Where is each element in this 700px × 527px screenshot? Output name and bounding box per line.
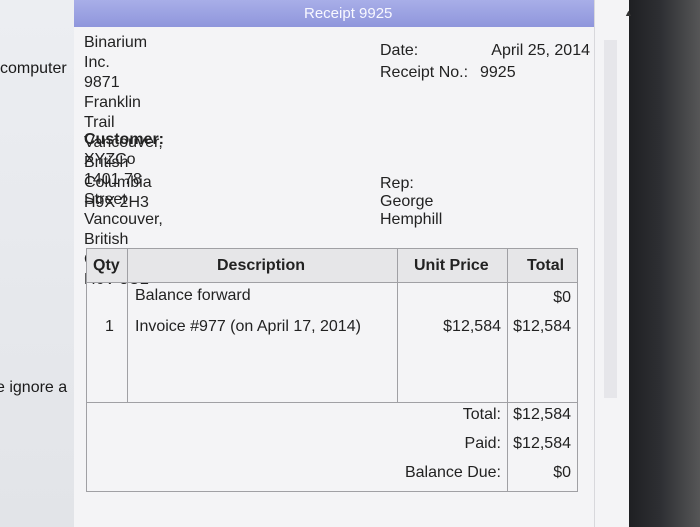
header-unit-price: Unit Price <box>414 257 489 274</box>
receipt-number-value: 9925 <box>480 64 516 81</box>
customer-street: 1401 78 Street <box>84 171 142 208</box>
row-2-total: $12,584 <box>513 318 571 335</box>
header-qty: Qty <box>93 257 120 274</box>
row-2-unit-price: $12,584 <box>443 318 501 335</box>
column-divider <box>127 249 128 402</box>
row-2-description: Invoice #977 (on April 17, 2014) <box>135 318 361 335</box>
monitor-bezel <box>628 0 700 527</box>
date-value: April 25, 2014 <box>491 42 590 59</box>
scroll-up-arrow-icon[interactable]: ▲ <box>624 8 633 18</box>
company-name: Binarium Inc. <box>84 34 148 71</box>
total-value: $12,584 <box>513 406 571 423</box>
receipt-window: Receipt 9925 X Binarium Inc. 9871 Frankl… <box>74 0 615 527</box>
header-description: Description <box>217 257 306 274</box>
row-1-description: Balance forward <box>135 287 251 304</box>
date-label: Date: <box>380 42 419 59</box>
window-title: Receipt 9925 <box>304 5 393 22</box>
total-label: Total: <box>462 406 501 423</box>
balance-due-value: $0 <box>553 464 571 481</box>
receipt-meta: Date: April 25, 2014 Receipt No.: 9925 <box>380 40 590 84</box>
customer-name: XYZCo <box>84 151 136 168</box>
customer-heading: Customer: <box>84 131 165 148</box>
sales-rep: Rep: George Hemphill <box>380 175 443 228</box>
scrollbar-thumb[interactable] <box>604 40 617 398</box>
paid-value: $12,584 <box>513 435 571 452</box>
column-divider <box>397 249 398 402</box>
table-header <box>87 249 577 283</box>
header-total: Total <box>527 257 565 274</box>
receipt-number-label: Receipt No.: <box>380 64 469 81</box>
row-divider <box>87 402 577 403</box>
line-items-table: Qty Description Unit Price Total Balance… <box>86 248 578 492</box>
row-1-total: $0 <box>553 289 571 306</box>
column-divider <box>507 249 508 491</box>
company-street: 9871 Franklin Trail <box>84 74 141 131</box>
desktop-label-bottom: e ignore a <box>0 379 68 396</box>
balance-due-label: Balance Due: <box>404 464 501 481</box>
paid-label: Paid: <box>464 435 501 452</box>
title-bar[interactable]: Receipt 9925 X <box>74 0 615 27</box>
desktop-label-top: computer <box>0 60 67 77</box>
row-2-qty: 1 <box>105 318 114 335</box>
desktop-background <box>0 0 74 527</box>
